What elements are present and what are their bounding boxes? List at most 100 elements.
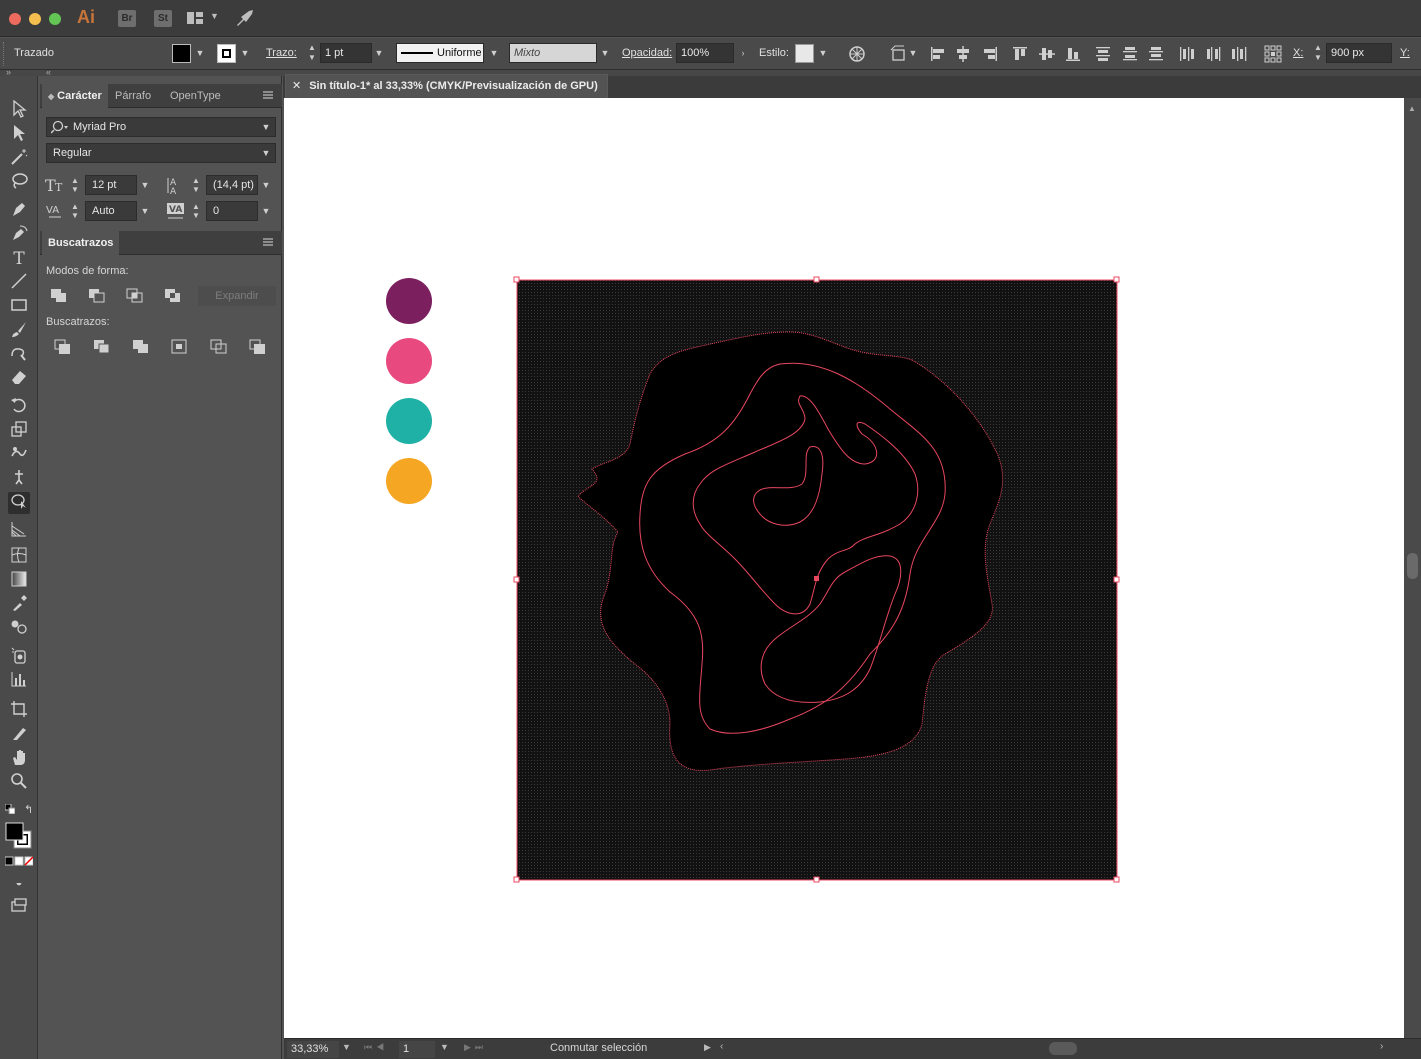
perspective-grid-tool-icon[interactable] (8, 520, 30, 542)
chevron-down-icon[interactable]: ▼ (259, 144, 273, 162)
swatch-circle-orange[interactable] (386, 458, 432, 504)
drawing-mode-icon[interactable]: ◒ (8, 872, 30, 894)
align-bottom-icon[interactable] (1064, 45, 1082, 63)
fill-dropdown[interactable]: ▼ (193, 43, 207, 63)
magic-wand-tool-icon[interactable] (8, 148, 30, 170)
align-top-icon[interactable] (1011, 45, 1029, 63)
screen-mode-icon[interactable] (8, 896, 30, 918)
zoom-input[interactable]: 33,33% (287, 1041, 339, 1058)
puppet-warp-tool-icon[interactable] (8, 468, 30, 490)
first-prev-artboard-icons[interactable]: ⏮◀ (364, 1042, 388, 1053)
opacity-arrow-icon[interactable]: › (736, 43, 750, 63)
stock-button[interactable]: St (154, 10, 172, 27)
zoom-dropdown[interactable]: ▼ (342, 1042, 351, 1052)
distribute-bottom-icon[interactable] (1147, 45, 1165, 63)
artboard-dropdown[interactable]: ▼ (440, 1042, 449, 1052)
leading-stepper[interactable]: ▲ ▼ (192, 176, 200, 194)
leading-dropdown[interactable]: ▼ (259, 176, 273, 194)
kerning-stepper[interactable]: ▲ ▼ (71, 202, 79, 220)
tab-pathfinder[interactable]: Buscatrazos (42, 231, 120, 255)
graphic-style-swatch[interactable] (795, 44, 814, 63)
x-stepper[interactable]: ▲ ▼ (1311, 43, 1325, 63)
brush-dropdown[interactable]: ▼ (598, 43, 612, 63)
shaper-tool-icon[interactable] (8, 344, 30, 366)
align-center-v-icon[interactable] (1038, 45, 1056, 63)
distribute-left-icon[interactable] (1178, 45, 1196, 63)
direct-selection-tool-icon[interactable] (8, 124, 30, 146)
font-size-dropdown[interactable]: ▼ (138, 176, 152, 194)
swatch-circle-teal[interactable] (386, 398, 432, 444)
vertical-scroll-thumb[interactable] (1407, 553, 1418, 579)
font-style-select[interactable]: Regular ▼ (46, 143, 276, 163)
font-family-select[interactable]: Myriad Pro ▼ (46, 117, 276, 137)
outline-icon[interactable] (210, 339, 228, 355)
stroke-weight-stepper[interactable]: ▲ ▼ (305, 43, 319, 63)
distribute-center-icon[interactable] (1121, 45, 1139, 63)
distribute-right-icon[interactable] (1230, 45, 1248, 63)
scroll-right-icon[interactable]: › (1380, 1041, 1383, 1052)
slice-tool-icon[interactable] (8, 724, 30, 746)
eraser-tool-icon[interactable] (8, 368, 30, 390)
tracking-input[interactable]: 0 (206, 201, 258, 221)
blend-tool-icon[interactable] (8, 618, 30, 640)
status-menu-icon[interactable]: ▶ (704, 1042, 711, 1053)
tracking-stepper[interactable]: ▲ ▼ (192, 202, 200, 220)
distribute-top-icon[interactable] (1094, 45, 1112, 63)
stroke-swatch[interactable] (217, 44, 236, 63)
paintbrush-tool-icon[interactable] (8, 320, 30, 342)
tab-character[interactable]: ◆ Carácter (42, 84, 108, 108)
kerning-input[interactable]: Auto (85, 201, 137, 221)
artboard-number-input[interactable]: 1 (399, 1041, 435, 1058)
tab-paragraph[interactable]: Párrafo (109, 84, 157, 108)
swatch-circle-pink[interactable] (386, 338, 432, 384)
artboard-tool-icon[interactable] (8, 700, 30, 722)
stroke-profile-select[interactable]: Uniforme (396, 43, 484, 63)
rectangle-tool-icon[interactable] (8, 296, 30, 318)
font-size-input[interactable]: 12 pt (85, 175, 137, 195)
curvature-tool-icon[interactable] (8, 224, 30, 246)
workspace-layout-icon[interactable] (187, 11, 203, 25)
x-label[interactable]: X: (1293, 47, 1303, 59)
document-tab[interactable]: ✕ Sin título-1* al 33,33% (CMYK/Previsual… (285, 74, 608, 98)
minus-back-icon[interactable] (249, 339, 267, 355)
line-tool-icon[interactable] (8, 272, 30, 294)
align-center-h-icon[interactable] (954, 45, 972, 63)
stroke-weight-dropdown[interactable]: ▼ (372, 43, 386, 63)
tab-opentype[interactable]: OpenType (164, 84, 227, 108)
mesh-tool-icon[interactable] (8, 546, 30, 568)
intersect-icon[interactable] (126, 288, 144, 304)
gripper[interactable] (3, 42, 6, 66)
column-graph-tool-icon[interactable] (8, 670, 30, 692)
scale-tool-icon[interactable] (8, 420, 30, 442)
panel-collapse-icon[interactable]: ◆ (48, 92, 54, 101)
eyedropper-tool-icon[interactable] (8, 594, 30, 616)
close-window-button[interactable] (9, 13, 21, 25)
chevron-down-icon[interactable]: ▼ (259, 118, 273, 136)
rocket-icon[interactable] (235, 9, 255, 27)
next-last-artboard-icons[interactable]: ▶⏭ (464, 1042, 487, 1053)
opacity-input[interactable]: 100% (676, 43, 734, 63)
pen-tool-icon[interactable] (8, 200, 30, 222)
y-label[interactable]: Y: (1400, 47, 1410, 59)
rotate-tool-icon[interactable] (8, 396, 30, 418)
canvas[interactable] (284, 98, 1404, 1038)
expand-button[interactable]: Expandir (198, 286, 276, 306)
zoom-tool-icon[interactable] (8, 772, 30, 794)
color-mode-icons[interactable] (4, 856, 34, 866)
symbol-sprayer-tool-icon[interactable] (8, 646, 30, 668)
lasso-tool-icon[interactable] (8, 172, 30, 194)
leading-input[interactable]: (14,4 pt) (206, 175, 258, 195)
panel-menu-icon[interactable] (262, 237, 274, 247)
tracking-dropdown[interactable]: ▼ (259, 202, 273, 220)
scroll-up-icon[interactable]: ▲ (1408, 104, 1416, 113)
distribute-center-h-icon[interactable] (1205, 45, 1223, 63)
close-tab-icon[interactable]: ✕ (292, 80, 301, 92)
panel-menu-icon[interactable] (262, 90, 274, 100)
trim-icon[interactable] (93, 339, 111, 355)
gradient-tool-icon[interactable] (8, 570, 30, 592)
default-colors-icon[interactable] (4, 803, 16, 815)
merge-icon[interactable] (132, 339, 150, 355)
chevron-down-icon[interactable]: ▼ (210, 11, 219, 21)
maximize-window-button[interactable] (49, 13, 61, 25)
selection-tool-icon[interactable] (8, 99, 30, 122)
